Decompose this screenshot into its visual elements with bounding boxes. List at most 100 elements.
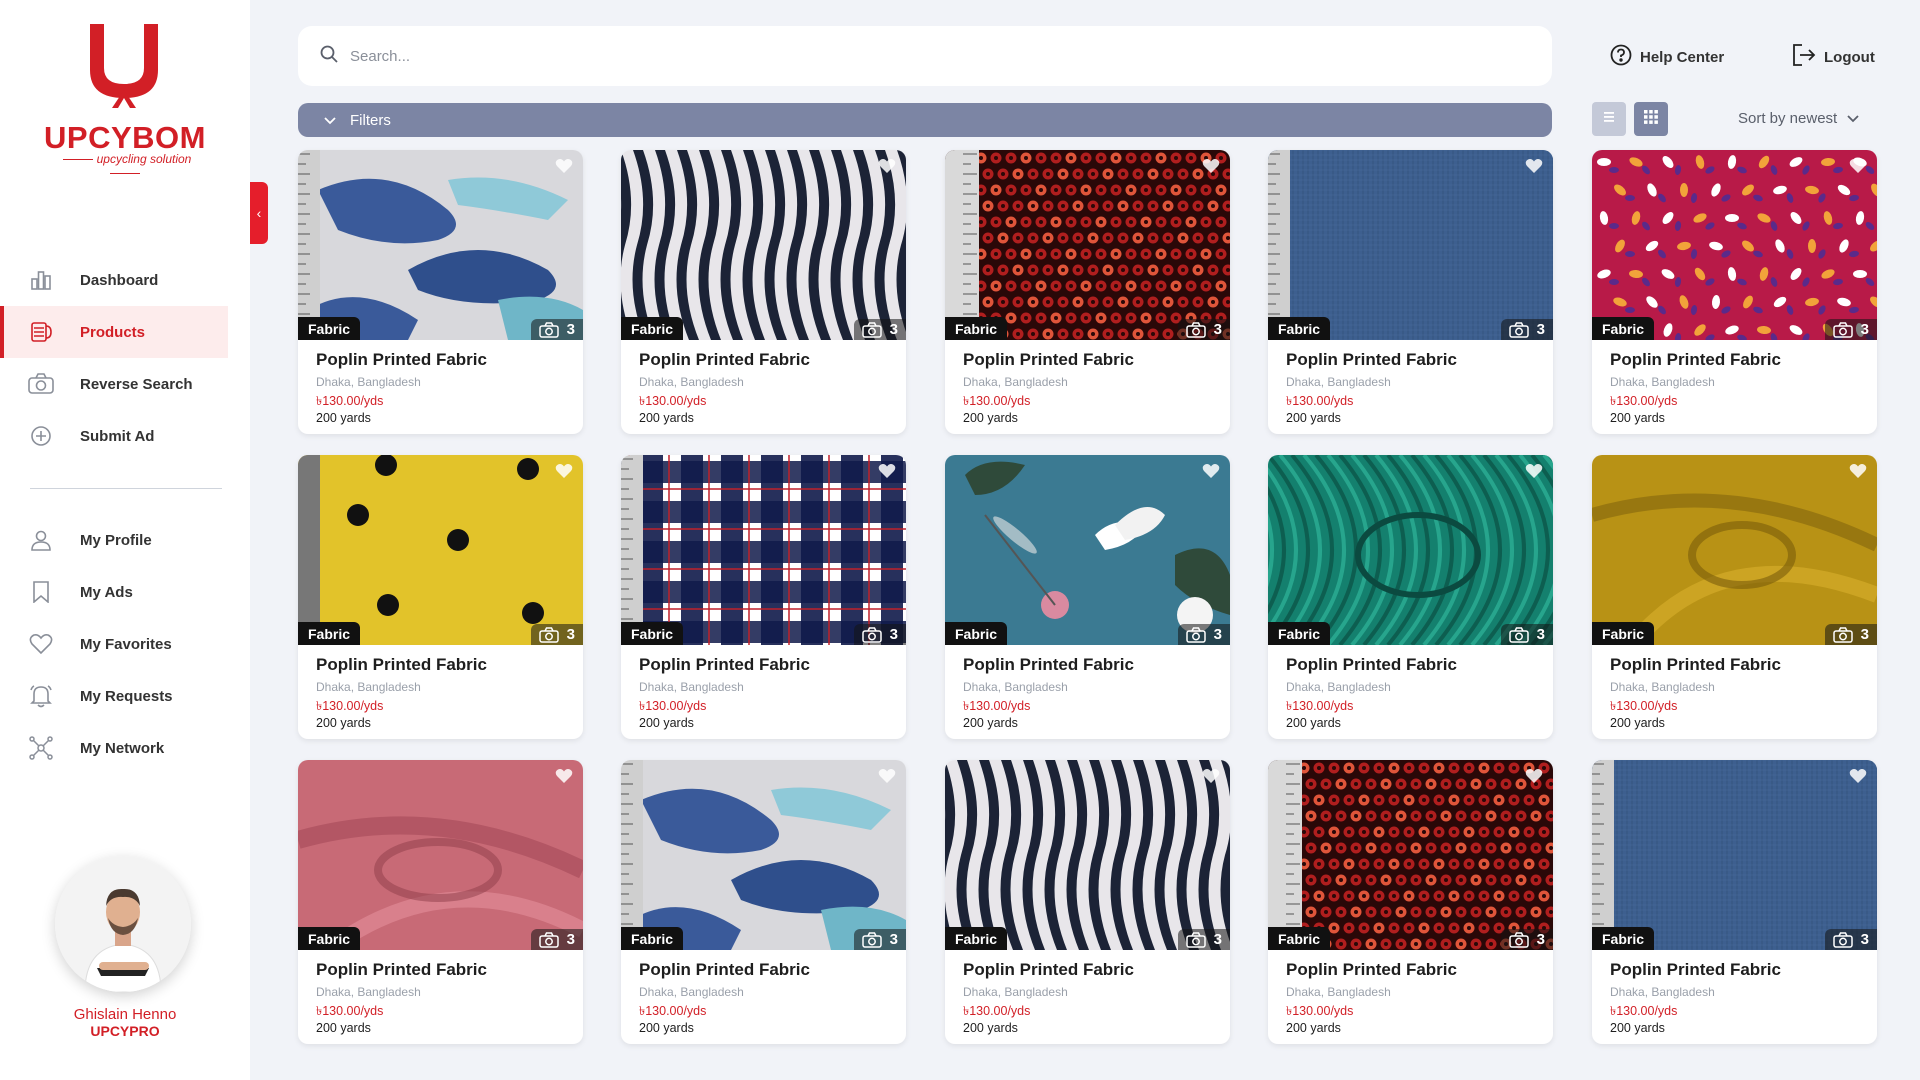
search-icon [320, 45, 338, 68]
product-image[interactable]: Fabric 3 [1268, 760, 1553, 950]
search-bar[interactable] [298, 26, 1552, 86]
product-image[interactable]: Fabric 3 [298, 455, 583, 645]
filters-toggle[interactable]: Filters [298, 103, 1552, 137]
product-image[interactable]: Fabric 3 [298, 760, 583, 950]
product-card[interactable]: Fabric 3 Poplin Printed Fabric Dhaka, Ba… [1268, 760, 1553, 1044]
favorite-heart-icon[interactable] [555, 158, 573, 174]
favorite-heart-icon[interactable] [1202, 463, 1220, 479]
grid-view-button[interactable] [1634, 102, 1668, 136]
favorite-heart-icon[interactable] [1849, 158, 1867, 174]
product-quantity: 200 yards [316, 411, 371, 425]
product-title[interactable]: Poplin Printed Fabric [1286, 655, 1457, 675]
product-card[interactable]: Fabric 3 Poplin Printed Fabric Dhaka, Ba… [621, 760, 906, 1044]
product-card[interactable]: Fabric 3 Poplin Printed Fabric Dhaka, Ba… [621, 150, 906, 434]
favorite-heart-icon[interactable] [1525, 768, 1543, 784]
sidebar-item-label: My Requests [80, 687, 173, 705]
product-image[interactable]: Fabric 3 [945, 760, 1230, 950]
sidebar-item-my-network[interactable]: My Network [0, 722, 228, 774]
product-card[interactable]: Fabric 3 Poplin Printed Fabric Dhaka, Ba… [1268, 150, 1553, 434]
product-title[interactable]: Poplin Printed Fabric [639, 350, 810, 370]
favorite-heart-icon[interactable] [1525, 463, 1543, 479]
product-image[interactable]: Fabric 3 [1268, 455, 1553, 645]
favorite-heart-icon[interactable] [555, 768, 573, 784]
product-image[interactable]: Fabric 3 [298, 150, 583, 340]
sidebar-item-submit-ad[interactable]: Submit Ad [0, 410, 228, 462]
list-view-button[interactable] [1592, 102, 1626, 136]
user-profile-card[interactable]: Ghislain Henno UPCYPRO [55, 856, 195, 1039]
camera-icon [538, 321, 559, 338]
product-image[interactable]: Fabric 3 [945, 455, 1230, 645]
product-title[interactable]: Poplin Printed Fabric [1286, 350, 1457, 370]
product-card[interactable]: Fabric 3 Poplin Printed Fabric Dhaka, Ba… [298, 150, 583, 434]
product-title[interactable]: Poplin Printed Fabric [639, 960, 810, 980]
sidebar-item-label: My Profile [80, 531, 152, 549]
product-card[interactable]: Fabric 3 Poplin Printed Fabric Dhaka, Ba… [945, 455, 1230, 739]
chart-bar-icon [28, 267, 54, 293]
product-location: Dhaka, Bangladesh [1610, 375, 1715, 389]
product-card[interactable]: Fabric 3 Poplin Printed Fabric Dhaka, Ba… [1592, 455, 1877, 739]
product-title[interactable]: Poplin Printed Fabric [1610, 960, 1781, 980]
product-image[interactable]: Fabric 3 [945, 150, 1230, 340]
product-title[interactable]: Poplin Printed Fabric [1610, 655, 1781, 675]
sidebar-item-my-requests[interactable]: My Requests [0, 670, 228, 722]
product-card[interactable]: Fabric 3 Poplin Printed Fabric Dhaka, Ba… [298, 760, 583, 1044]
product-card[interactable]: Fabric 3 Poplin Printed Fabric Dhaka, Ba… [621, 455, 906, 739]
help-center-button[interactable]: Help Center [1610, 44, 1724, 70]
favorite-heart-icon[interactable] [878, 158, 896, 174]
product-image[interactable]: Fabric 3 [1592, 150, 1877, 340]
product-image[interactable]: Fabric 3 [621, 150, 906, 340]
sort-dropdown[interactable]: Sort by newest [1738, 110, 1859, 127]
product-quantity: 200 yards [316, 1021, 371, 1035]
product-title[interactable]: Poplin Printed Fabric [963, 655, 1134, 675]
sidebar-collapse-button[interactable]: ‹ [250, 182, 268, 244]
sidebar-item-my-favorites[interactable]: My Favorites [0, 618, 228, 670]
favorite-heart-icon[interactable] [1525, 158, 1543, 174]
product-title[interactable]: Poplin Printed Fabric [316, 350, 487, 370]
product-title[interactable]: Poplin Printed Fabric [1610, 350, 1781, 370]
camera-icon [1185, 626, 1206, 643]
sidebar-item-reverse-search[interactable]: Reverse Search [0, 358, 228, 410]
filters-label: Filters [350, 111, 391, 129]
product-card[interactable]: Fabric 3 Poplin Printed Fabric Dhaka, Ba… [945, 150, 1230, 434]
sidebar-item-dashboard[interactable]: Dashboard [0, 254, 228, 306]
product-title[interactable]: Poplin Printed Fabric [1286, 960, 1457, 980]
photo-count: 3 [566, 321, 575, 338]
avatar[interactable] [55, 856, 191, 992]
search-input[interactable] [350, 47, 1250, 65]
sidebar-item-my-ads[interactable]: My Ads [0, 566, 228, 618]
product-title[interactable]: Poplin Printed Fabric [963, 960, 1134, 980]
camera-icon [1508, 931, 1529, 948]
product-image[interactable]: Fabric 3 [621, 760, 906, 950]
sidebar-item-products[interactable]: Products [0, 306, 228, 358]
product-card[interactable]: Fabric 3 Poplin Printed Fabric Dhaka, Ba… [298, 455, 583, 739]
favorite-heart-icon[interactable] [1849, 768, 1867, 784]
category-badge: Fabric [621, 927, 684, 950]
favorite-heart-icon[interactable] [878, 768, 896, 784]
brand-logo[interactable]: UPCYBOM upcycling solution [40, 24, 210, 174]
sidebar-item-my-profile[interactable]: My Profile [0, 514, 228, 566]
favorite-heart-icon[interactable] [1202, 158, 1220, 174]
product-title[interactable]: Poplin Printed Fabric [639, 655, 810, 675]
product-image[interactable]: Fabric 3 [1268, 150, 1553, 340]
product-title[interactable]: Poplin Printed Fabric [316, 655, 487, 675]
favorite-heart-icon[interactable] [878, 463, 896, 479]
category-badge: Fabric [945, 622, 1008, 645]
product-card[interactable]: Fabric 3 Poplin Printed Fabric Dhaka, Ba… [1592, 150, 1877, 434]
product-image[interactable]: Fabric 3 [1592, 455, 1877, 645]
product-image[interactable]: Fabric 3 [621, 455, 906, 645]
sidebar-item-label: My Favorites [80, 635, 172, 653]
product-card[interactable]: Fabric 3 Poplin Printed Fabric Dhaka, Ba… [1592, 760, 1877, 1044]
favorite-heart-icon[interactable] [1202, 768, 1220, 784]
favorite-heart-icon[interactable] [555, 463, 573, 479]
product-image[interactable]: Fabric 3 [1592, 760, 1877, 950]
favorite-heart-icon[interactable] [1849, 463, 1867, 479]
product-title[interactable]: Poplin Printed Fabric [963, 350, 1134, 370]
product-card[interactable]: Fabric 3 Poplin Printed Fabric Dhaka, Ba… [945, 760, 1230, 1044]
camera-icon [538, 626, 559, 643]
logout-button[interactable]: Logout [1792, 44, 1875, 70]
product-title[interactable]: Poplin Printed Fabric [316, 960, 487, 980]
fabric-roll-icon [28, 319, 54, 345]
network-icon [28, 735, 54, 761]
sidebar-item-label: Dashboard [80, 271, 159, 289]
product-card[interactable]: Fabric 3 Poplin Printed Fabric Dhaka, Ba… [1268, 455, 1553, 739]
